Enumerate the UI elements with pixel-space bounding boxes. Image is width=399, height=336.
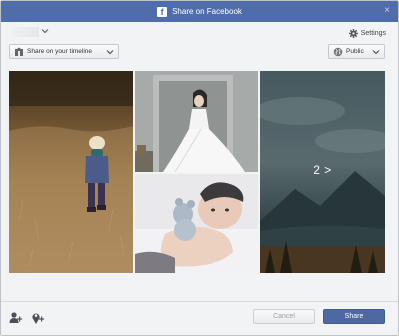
privacy-label: Public — [346, 48, 364, 55]
title-bar: f Share on Facebook × — [1, 1, 398, 22]
settings-button[interactable]: Settings — [348, 29, 386, 38]
chevron-down-icon[interactable] — [41, 27, 49, 35]
photo-baby-teddy[interactable] — [135, 174, 258, 273]
settings-label: Settings — [360, 30, 386, 37]
privacy-select[interactable]: Public — [328, 44, 385, 59]
account-avatar[interactable] — [11, 27, 39, 37]
chevron-down-icon — [372, 50, 380, 55]
dialog-footer: Cancel Share — [1, 301, 398, 335]
add-location-icon[interactable] — [31, 311, 45, 325]
share-button[interactable]: Share — [323, 309, 385, 324]
more-photos-label[interactable]: 2 > — [260, 163, 385, 177]
facebook-logo-icon: f — [157, 6, 168, 17]
timeline-icon — [15, 47, 23, 56]
dialog-title: Share on Facebook — [172, 7, 242, 16]
photo-grid: 2 > — [9, 71, 385, 273]
close-icon[interactable]: × — [384, 5, 390, 17]
photo-toddler-field[interactable] — [9, 71, 133, 273]
photo-bride[interactable] — [135, 71, 258, 172]
share-dialog: f Share on Facebook × Settings Share on … — [0, 0, 399, 336]
settings-gear-icon — [348, 29, 358, 38]
share-destination-label: Share on your timeline — [27, 48, 93, 55]
user-bar: Settings — [1, 22, 398, 42]
chevron-down-icon — [106, 50, 114, 55]
cancel-button[interactable]: Cancel — [253, 309, 315, 324]
share-options-bar: Share on your timeline Public — [1, 42, 398, 64]
share-destination-select[interactable]: Share on your timeline — [9, 44, 119, 59]
photo-mountain-lake[interactable]: 2 > — [260, 71, 385, 273]
add-friend-icon[interactable] — [9, 311, 23, 325]
globe-icon — [333, 47, 343, 56]
